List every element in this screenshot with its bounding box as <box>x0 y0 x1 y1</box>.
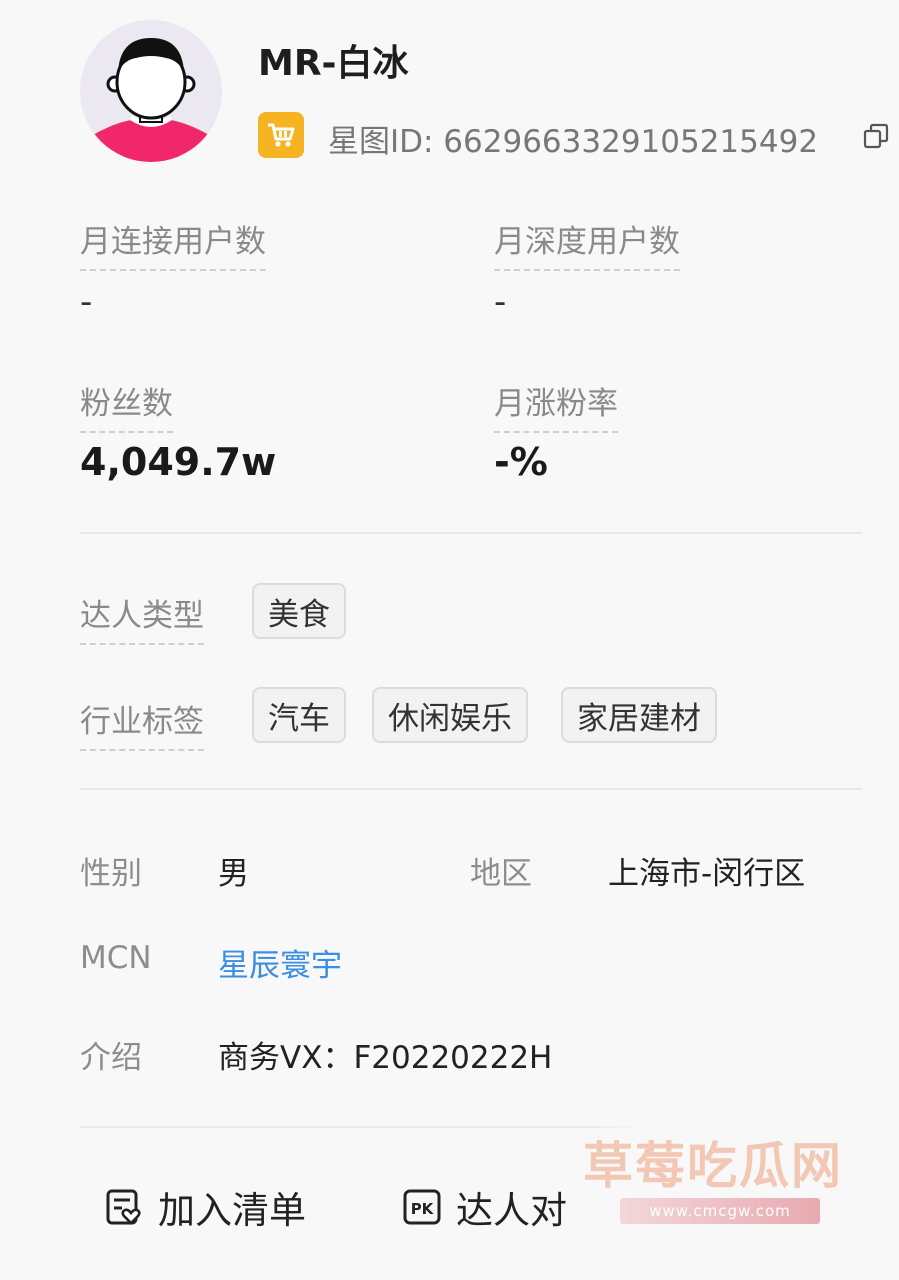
list-heart-icon <box>106 1189 141 1225</box>
cart-icon[interactable] <box>258 112 304 158</box>
stat-monthly-deep-users-value: - <box>494 282 507 322</box>
divider <box>80 788 862 790</box>
creator-profile-card: MR-白冰 星图ID: 6629663329105215492 月连接用户数 -… <box>0 0 899 1280</box>
intro-value: 商务VX：F20220222H <box>218 1040 553 1076</box>
gender-label: 性别 <box>80 856 142 892</box>
mcn-link[interactable]: 星辰寰宇 <box>218 940 342 985</box>
stat-followers-label: 粉丝数 <box>80 378 173 433</box>
avatar-illustration <box>80 20 222 162</box>
stat-monthly-growth-value: -% <box>494 440 548 484</box>
stat-monthly-growth-label: 月涨粉率 <box>494 378 618 433</box>
stat-followers-value: 4,049.7w <box>80 440 277 484</box>
talent-type-tag[interactable]: 美食 <box>252 583 346 639</box>
industry-label: 行业标签 <box>80 696 204 751</box>
watermark-url: www.cmcgw.com <box>620 1198 820 1224</box>
stat-monthly-connected-users-value: - <box>80 282 93 322</box>
mcn-label: MCN <box>80 940 152 976</box>
divider <box>80 532 862 534</box>
stat-monthly-connected-users-label: 月连接用户数 <box>80 216 266 271</box>
intro-label: 介绍 <box>80 1040 142 1076</box>
gender-value: 男 <box>218 856 249 892</box>
industry-tag[interactable]: 家居建材 <box>561 687 717 743</box>
region-value: 上海市-闵行区 <box>608 856 806 892</box>
industry-tag[interactable]: 汽车 <box>252 687 346 743</box>
svg-text:PK: PK <box>411 1200 435 1218</box>
copy-icon[interactable] <box>863 123 889 149</box>
compare-creator-label: 达人对 <box>456 1189 567 1232</box>
industry-tag[interactable]: 休闲娱乐 <box>372 687 528 743</box>
talent-type-label: 达人类型 <box>80 590 204 645</box>
add-to-list-label: 加入清单 <box>158 1189 306 1232</box>
region-label: 地区 <box>470 856 532 892</box>
add-to-list-button[interactable]: 加入清单 <box>104 1180 306 1234</box>
stat-monthly-deep-users-label: 月深度用户数 <box>494 216 680 271</box>
star-id: 星图ID: 6629663329105215492 <box>328 124 819 160</box>
compare-creator-button[interactable]: PK 达人对 <box>402 1180 567 1234</box>
watermark-text: 草莓吃瓜网 <box>583 1137 843 1195</box>
pk-icon: PK <box>403 1189 441 1225</box>
creator-name: MR-白冰 <box>258 43 409 84</box>
avatar[interactable] <box>80 20 222 162</box>
